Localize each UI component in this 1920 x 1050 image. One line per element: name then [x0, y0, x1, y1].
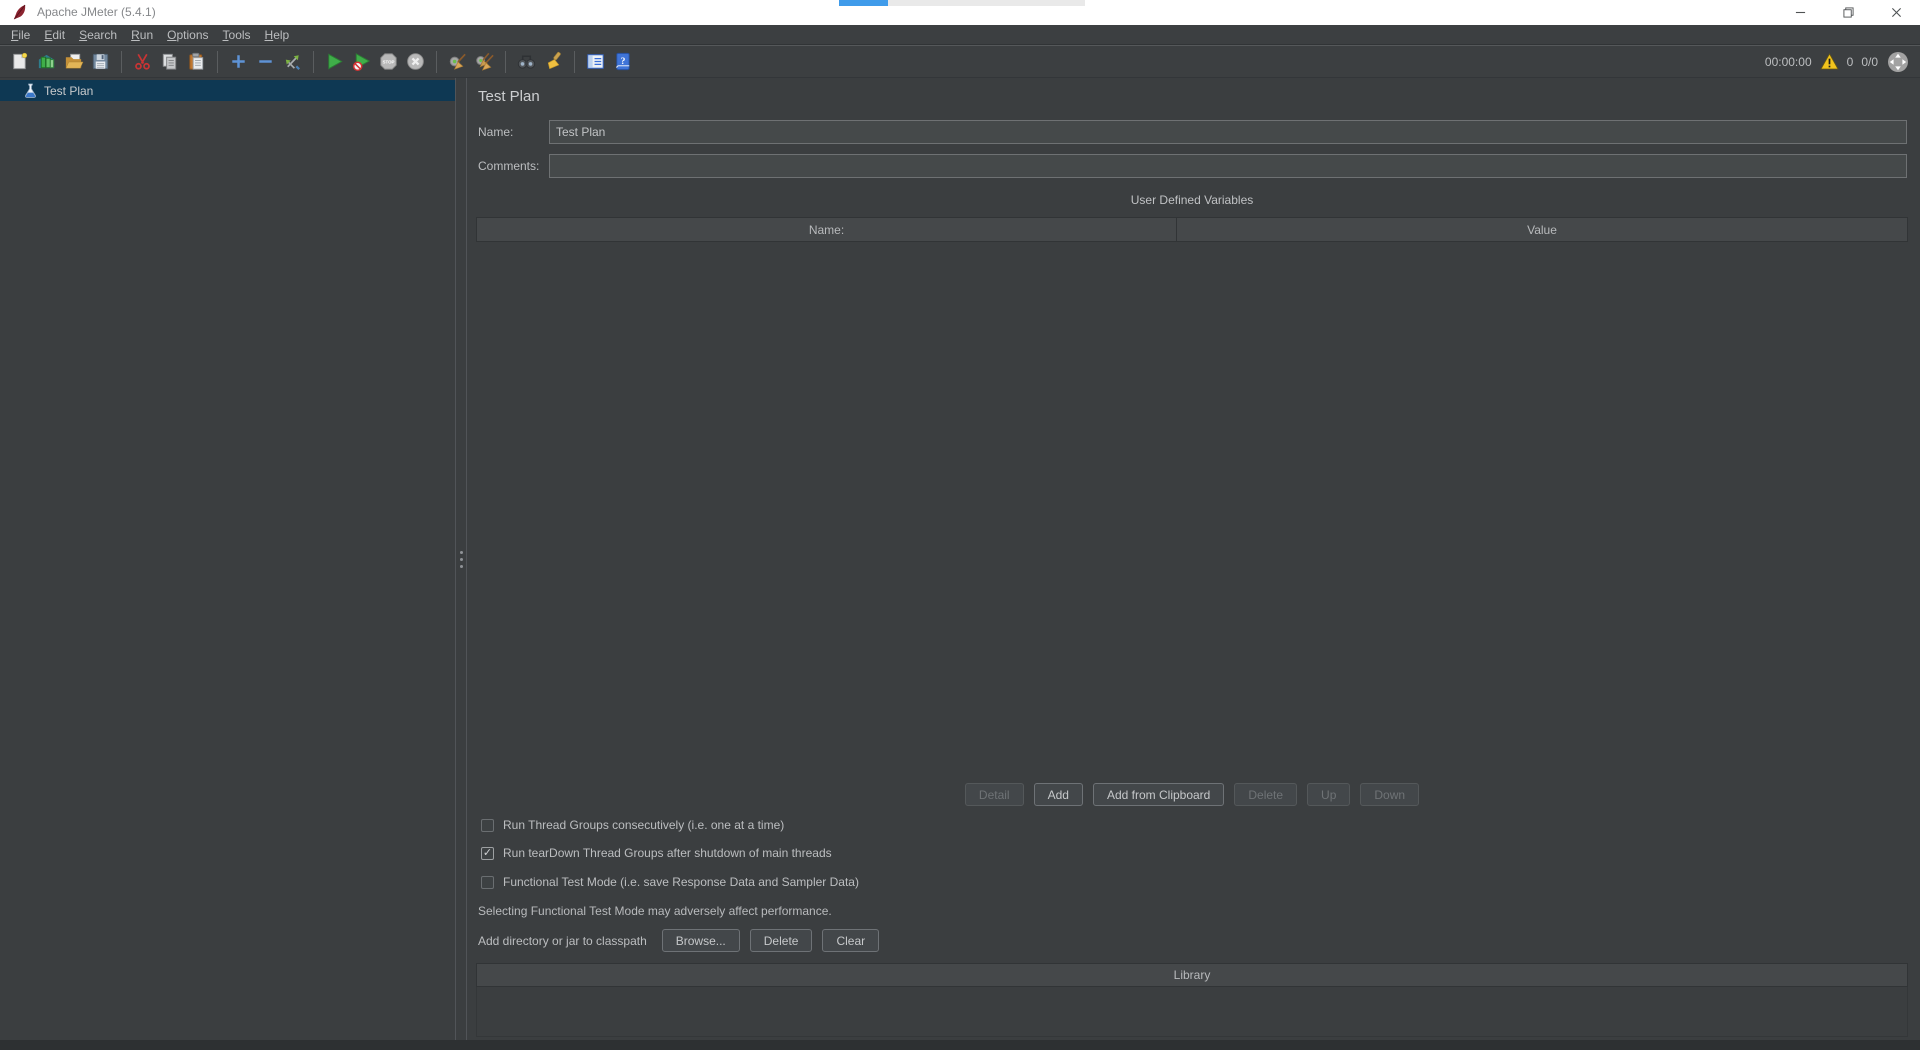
open-file-icon[interactable] [61, 49, 86, 74]
splitter-handle-dot [460, 565, 463, 568]
copy-icon[interactable] [157, 49, 182, 74]
menu-bar: FileEditSearchRunOptionsToolsHelp [0, 25, 1920, 45]
comments-input[interactable] [549, 154, 1907, 178]
delete-classpath-button[interactable]: Delete [750, 929, 813, 952]
toolbar-separator [574, 51, 575, 73]
start-icon[interactable] [322, 49, 347, 74]
shutdown-icon [403, 49, 428, 74]
name-label: Name: [478, 125, 513, 139]
checkbox-row-run-thread-groups-consecutively: Run Thread Groups consecutively (i.e. on… [481, 818, 784, 832]
detail-button: Detail [965, 783, 1024, 806]
add-from-clipboard-button[interactable]: Add from Clipboard [1093, 783, 1224, 806]
checkbox-row-functional-test-mode: Functional Test Mode (i.e. save Response… [481, 875, 859, 889]
menu-run[interactable]: Run [124, 28, 160, 42]
user-defined-variables-title: User Defined Variables [476, 193, 1908, 207]
menu-search[interactable]: Search [72, 28, 124, 42]
toolbar-separator [313, 51, 314, 73]
name-input[interactable] [549, 120, 1907, 144]
column-header-name[interactable]: Name: [477, 218, 1177, 241]
thread-counts: 0/0 [1861, 55, 1878, 69]
functional-mode-note: Selecting Functional Test Mode may adver… [478, 904, 832, 918]
cut-icon[interactable] [130, 49, 155, 74]
search-icon[interactable] [514, 49, 539, 74]
menu-edit[interactable]: Edit [37, 28, 72, 42]
test-plan-editor: Test Plan Name: Comments: User Defined V… [468, 78, 1920, 1040]
variables-button-row: Detail Add Add from Clipboard Delete Up Down [476, 783, 1908, 806]
library-table-body[interactable] [476, 987, 1908, 1037]
background-window-strip [888, 0, 1085, 6]
page-title: Test Plan [478, 88, 540, 105]
toolbar-separator [121, 51, 122, 73]
test-plan-tree: Test Plan [0, 78, 456, 1040]
templates-icon[interactable] [34, 49, 59, 74]
library-title: Library [1174, 968, 1211, 982]
menu-help[interactable]: Help [258, 28, 297, 42]
classpath-label: Add directory or jar to classpath [478, 934, 647, 948]
variables-table-header: Name: Value [476, 217, 1908, 242]
svg-text:?: ? [621, 56, 626, 67]
menu-options[interactable]: Options [160, 28, 215, 42]
comments-label: Comments: [478, 159, 539, 173]
classpath-row: Add directory or jar to classpath Browse… [478, 929, 879, 952]
classpath-buttons: Browse... Delete Clear [662, 929, 879, 952]
warning-icon[interactable] [1820, 53, 1839, 70]
browse-classpath-button[interactable]: Browse... [662, 929, 740, 952]
jmeter-logo-icon [12, 4, 28, 21]
toolbar: STOP? 00:00:00 0 0/0 [0, 45, 1920, 78]
collapse-all-icon[interactable] [253, 49, 278, 74]
splitter-handle-dot [460, 558, 463, 561]
restore-button[interactable] [1824, 0, 1872, 25]
paste-icon[interactable] [184, 49, 209, 74]
title-bar: Apache JMeter (5.4.1) [0, 0, 1920, 25]
checkbox-checked[interactable]: ✓ [481, 847, 494, 860]
toolbar-separator [217, 51, 218, 73]
checkbox-label: Functional Test Mode (i.e. save Response… [503, 875, 859, 889]
checkbox-unchecked[interactable] [481, 876, 494, 889]
function-helper-icon[interactable] [583, 49, 608, 74]
clear-classpath-button[interactable]: Clear [822, 929, 879, 952]
menu-file[interactable]: File [4, 28, 37, 42]
background-accent-strip [839, 0, 888, 6]
toggle-icon[interactable] [280, 49, 305, 74]
checkbox-label: Run tearDown Thread Groups after shutdow… [503, 846, 832, 860]
status-cluster: 00:00:00 0 0/0 [1765, 50, 1914, 74]
start-no-pauses-icon[interactable] [349, 49, 374, 74]
toolbar-separator [505, 51, 506, 73]
checkbox-row-run-teardown-thread-groups-after-shutdown-of-main-threads: ✓ Run tearDown Thread Groups after shutdo… [481, 846, 832, 860]
library-table-header: Library [476, 963, 1908, 987]
thread-status-icon [1886, 50, 1910, 74]
elapsed-timer: 00:00:00 [1765, 55, 1812, 69]
add-button[interactable]: Add [1034, 783, 1083, 806]
tree-item-test-plan[interactable]: Test Plan [0, 80, 455, 101]
search-reset-icon[interactable] [541, 49, 566, 74]
new-file-icon[interactable] [7, 49, 32, 74]
panel-splitter[interactable] [457, 78, 467, 1040]
stop-icon: STOP [376, 49, 401, 74]
window-title: Apache JMeter (5.4.1) [37, 5, 156, 19]
close-button[interactable] [1872, 0, 1920, 25]
clear-icon[interactable] [445, 49, 470, 74]
up-button: Up [1307, 783, 1350, 806]
save-icon[interactable] [88, 49, 113, 74]
checkbox-unchecked[interactable] [481, 819, 494, 832]
bottom-strip [0, 1040, 1920, 1050]
checkbox-label: Run Thread Groups consecutively (i.e. on… [503, 818, 784, 832]
minimize-button[interactable] [1776, 0, 1824, 25]
help-icon[interactable]: ? [610, 49, 635, 74]
log-error-count: 0 [1847, 55, 1854, 69]
expand-all-icon[interactable] [226, 49, 251, 74]
toolbar-separator [436, 51, 437, 73]
column-header-value[interactable]: Value [1177, 218, 1907, 241]
menu-tools[interactable]: Tools [216, 28, 258, 42]
splitter-handle-dot [460, 551, 463, 554]
down-button: Down [1360, 783, 1419, 806]
clear-all-icon[interactable] [472, 49, 497, 74]
delete-button: Delete [1234, 783, 1297, 806]
flask-icon [23, 83, 38, 98]
tree-item-label: Test Plan [44, 84, 93, 98]
svg-text:STOP: STOP [383, 60, 395, 65]
